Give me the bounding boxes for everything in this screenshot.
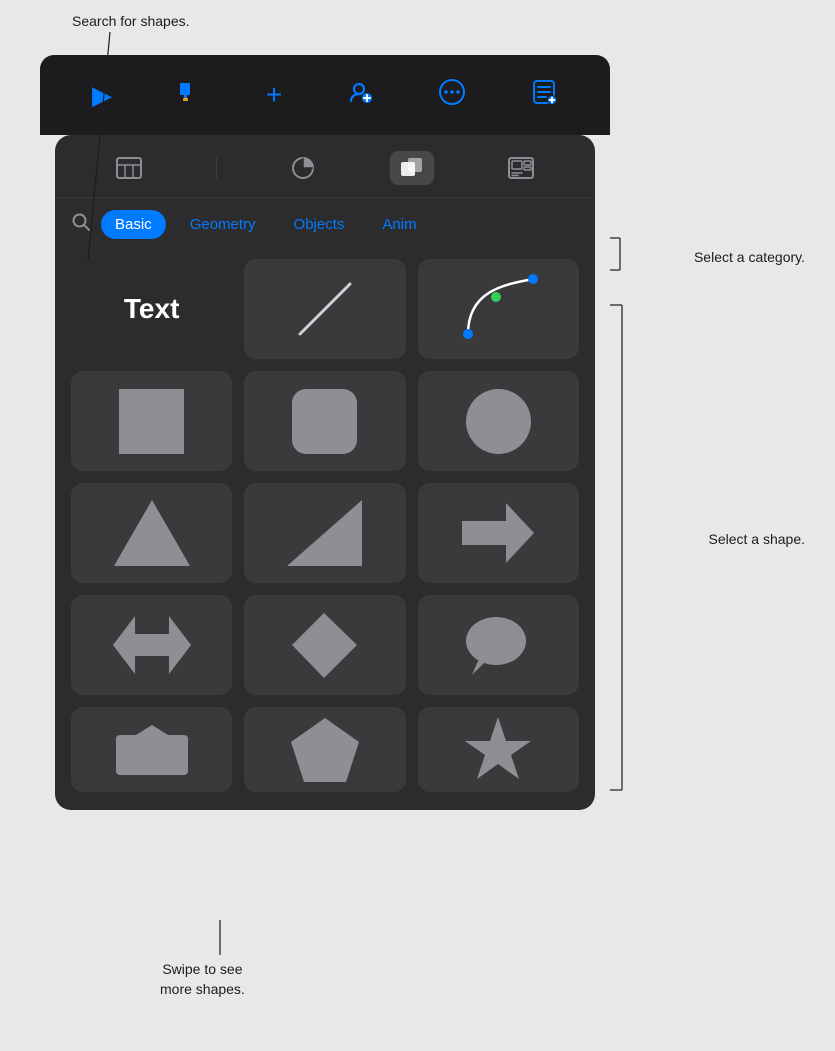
shapes-row-special: Text xyxy=(71,259,579,359)
double-arrow-svg xyxy=(113,616,191,674)
category-callout-text: Select a category. xyxy=(694,248,805,268)
tab-divider-1 xyxy=(216,156,217,180)
star-svg xyxy=(463,717,533,783)
triangle-shape xyxy=(114,500,190,566)
shapes-row-3 xyxy=(71,595,579,695)
list-icon[interactable] xyxy=(530,78,558,113)
category-row: Basic Geometry Objects Anim xyxy=(55,198,595,251)
partial-shape-svg xyxy=(116,725,188,775)
line-svg xyxy=(285,269,365,349)
shape-circle[interactable] xyxy=(418,371,579,471)
shape-right-triangle[interactable] xyxy=(244,483,405,583)
paintbrush-icon[interactable] xyxy=(176,79,202,112)
diamond-svg xyxy=(292,613,357,678)
shape-line[interactable] xyxy=(244,259,405,359)
right-triangle-svg xyxy=(287,500,362,566)
shape-rounded-rect[interactable] xyxy=(244,371,405,471)
category-anim[interactable]: Anim xyxy=(368,210,430,239)
circle-shape xyxy=(466,389,531,454)
toolbar: ▶ + xyxy=(40,55,610,135)
shape-triangle[interactable] xyxy=(71,483,232,583)
shapes-panel: Basic Geometry Objects Anim Text xyxy=(55,135,595,810)
pentagon-svg xyxy=(291,718,359,782)
shape-diamond[interactable] xyxy=(244,595,405,695)
shapes-row-4 xyxy=(71,707,579,792)
shape-double-arrow[interactable] xyxy=(71,595,232,695)
shape-pentagon[interactable] xyxy=(244,707,405,792)
shapes-grid: Text xyxy=(55,251,595,800)
text-shape-label: Text xyxy=(124,293,180,325)
tab-shape[interactable] xyxy=(390,151,434,185)
shape-partial-1[interactable] xyxy=(71,707,232,792)
square-shape xyxy=(119,389,184,454)
shape-curve[interactable] xyxy=(418,259,579,359)
more-icon[interactable] xyxy=(438,78,466,113)
tab-media[interactable] xyxy=(499,151,543,185)
shape-arrow[interactable] xyxy=(418,483,579,583)
search-icon[interactable] xyxy=(71,212,91,237)
shape-text[interactable]: Text xyxy=(71,259,232,359)
play-icon[interactable]: ▶ xyxy=(92,80,112,111)
shape-square[interactable] xyxy=(71,371,232,471)
shape-callout-text: Select a shape. xyxy=(708,530,805,550)
rounded-rect-shape xyxy=(292,389,357,454)
arrow-svg xyxy=(462,503,534,563)
curve-svg xyxy=(453,269,543,349)
shapes-row-2 xyxy=(71,483,579,583)
shape-star[interactable] xyxy=(418,707,579,792)
panel-tabs xyxy=(55,135,595,198)
shapes-row-1 xyxy=(71,371,579,471)
tab-chart[interactable] xyxy=(281,151,325,185)
tab-table[interactable] xyxy=(107,151,151,185)
swipe-callout-text: Swipe to seemore shapes. xyxy=(160,960,245,999)
category-basic[interactable]: Basic xyxy=(101,210,166,239)
shape-speech-bubble[interactable] xyxy=(418,595,579,695)
category-objects[interactable]: Objects xyxy=(280,210,359,239)
category-geometry[interactable]: Geometry xyxy=(176,210,270,239)
add-person-icon[interactable] xyxy=(346,78,374,113)
search-callout-text: Search for shapes. xyxy=(72,12,190,32)
speech-bubble-svg xyxy=(464,613,532,678)
add-icon[interactable]: + xyxy=(266,79,282,111)
